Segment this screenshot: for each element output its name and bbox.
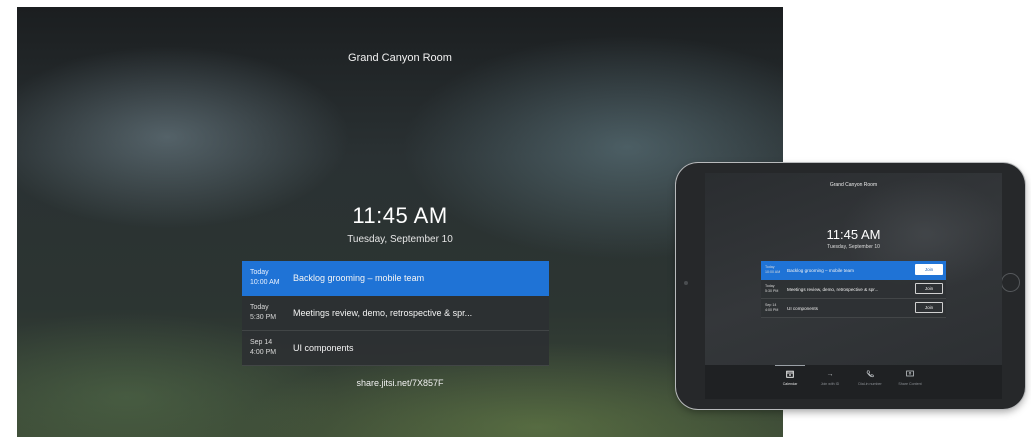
ipad-room-name: Grand Canyon Room: [829, 182, 878, 188]
meeting-when: Today 10:00 AM: [761, 265, 787, 275]
meeting-when: Today 5:30 PM: [761, 284, 787, 294]
ipad-device: Grand Canyon Room 11:45 AM Tuesday, Sept…: [676, 163, 1025, 409]
ipad-meeting-item[interactable]: Sep 14 4:00 PM UI components Join: [761, 299, 946, 318]
ipad-clock-date: Tuesday, September 10: [827, 244, 880, 250]
meeting-list: Today 10:00 AM Backlog grooming – mobile…: [242, 261, 549, 366]
home-button: [1001, 273, 1020, 292]
meeting-item[interactable]: Sep 14 4:00 PM UI components: [242, 331, 549, 366]
clock-time: 11:45 AM: [352, 203, 448, 228]
meeting-when: Today 10:00 AM: [242, 268, 293, 288]
meeting-day: Today: [250, 269, 269, 276]
nav-label: Calendar: [782, 382, 798, 386]
meeting-day: Sep 14: [250, 339, 273, 346]
ipad-meeting-item[interactable]: Today 5:30 PM Meetings review, demo, ret…: [761, 280, 946, 299]
phone-icon: [850, 370, 890, 380]
nav-active-indicator: [775, 365, 805, 366]
nav-label: Share Content: [898, 382, 922, 386]
ipad-clock-time: 11:45 AM: [826, 227, 881, 242]
meeting-time: 5:30 PM: [250, 314, 277, 321]
meeting-when: Today 5:30 PM: [242, 303, 293, 323]
bottom-nav: Calendar → Join with ID Dial-in number S…: [705, 365, 1002, 399]
meeting-title: UI components: [787, 305, 818, 311]
arrow-right-icon: →: [826, 371, 834, 378]
join-button[interactable]: Join: [915, 283, 943, 294]
meeting-item[interactable]: Today 5:30 PM Meetings review, demo, ret…: [242, 296, 549, 331]
ipad-meeting-list: Today 10:00 AM Backlog grooming – mobile…: [761, 261, 946, 318]
ipad-meeting-item[interactable]: Today 10:00 AM Backlog grooming – mobile…: [761, 261, 946, 280]
room-name: Grand Canyon Room: [348, 52, 452, 64]
nav-label: Dial-in number: [858, 382, 882, 386]
nav-calendar[interactable]: Calendar: [770, 370, 810, 386]
meeting-time: 10:00 AM: [765, 270, 781, 274]
nav-join-with-id[interactable]: → Join with ID: [810, 370, 850, 386]
meeting-time: 4:00 PM: [765, 308, 779, 312]
calendar-icon: [770, 370, 810, 380]
meeting-time: 10:00 AM: [250, 279, 280, 286]
clock-date: Tuesday, September 10: [347, 234, 453, 245]
meeting-day: Today: [250, 304, 269, 311]
meeting-time: 4:00 PM: [250, 349, 277, 356]
meeting-time: 5:30 PM: [765, 289, 779, 293]
nav-dial-in[interactable]: Dial-in number: [850, 370, 890, 386]
share-link: share.jitsi.net/7X857F: [356, 378, 444, 388]
join-button[interactable]: Join: [915, 302, 943, 313]
nav-share-content[interactable]: Share Content: [890, 370, 930, 386]
meeting-title: Backlog grooming – mobile team: [293, 273, 425, 283]
meeting-when: Sep 14 4:00 PM: [242, 338, 293, 358]
meeting-title: Meetings review, demo, retrospective & s…: [787, 286, 879, 292]
meeting-title: Backlog grooming – mobile team: [787, 267, 854, 273]
meeting-title: UI components: [293, 343, 354, 353]
nav-label: Join with ID: [820, 382, 840, 386]
share-screen-icon: [890, 370, 930, 380]
ipad-screen: Grand Canyon Room 11:45 AM Tuesday, Sept…: [705, 173, 1002, 399]
meeting-item[interactable]: Today 10:00 AM Backlog grooming – mobile…: [242, 261, 549, 296]
camera-dot: [684, 281, 688, 285]
meeting-title: Meetings review, demo, retrospective & s…: [293, 308, 473, 318]
join-button[interactable]: Join: [915, 264, 943, 275]
meeting-when: Sep 14 4:00 PM: [761, 303, 787, 313]
tv-screen: Grand Canyon Room 11:45 AM Tuesday, Sept…: [17, 7, 783, 437]
